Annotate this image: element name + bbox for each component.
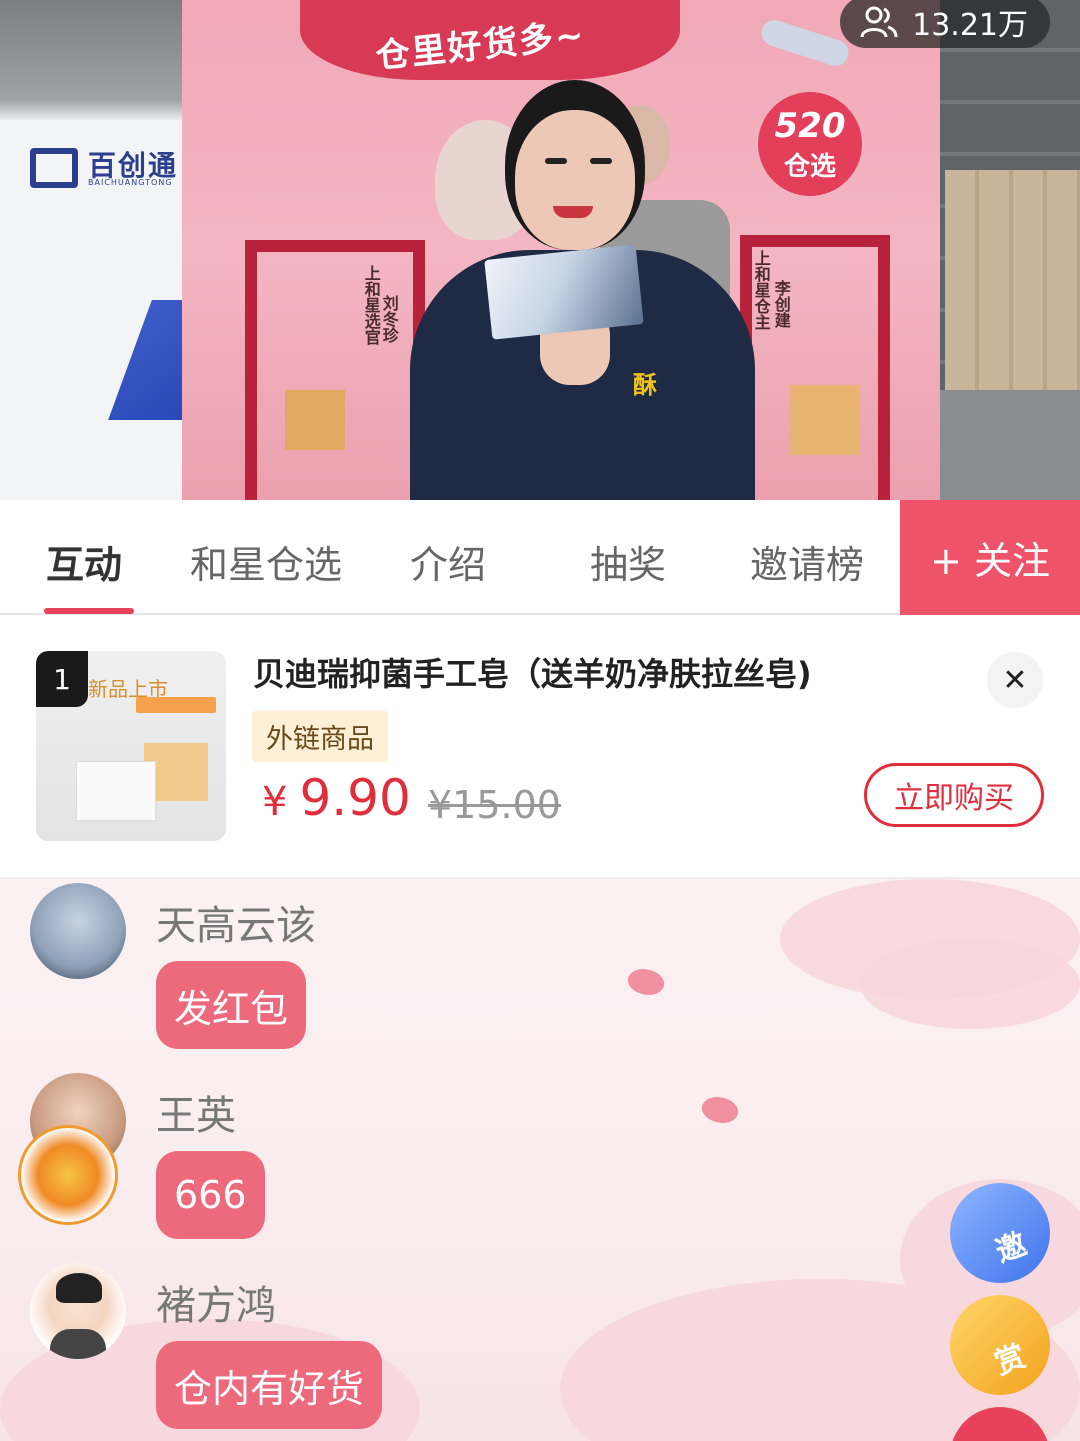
warehouse-boxes <box>945 170 1080 390</box>
original-price: ¥15.00 <box>428 783 561 827</box>
reward-label: 赏 <box>990 1338 1031 1382</box>
tab-interaction[interactable]: 互动 <box>46 534 122 589</box>
viewer-count: 13.21万 <box>912 8 1028 43</box>
poster-right-title: 上和星仓主 <box>751 250 771 330</box>
crate <box>285 390 345 450</box>
chat-username: 褚方鸿 <box>156 1283 276 1329</box>
viewers-icon <box>860 6 898 38</box>
follow-button[interactable]: + 关注 <box>900 500 1080 615</box>
product-price: ¥ 9.90 <box>262 769 411 827</box>
chat-username: 天高云该 <box>156 903 316 949</box>
product-title[interactable]: 贝迪瑞抑菌手工皂（送羊奶净肤拉丝皂) <box>253 649 812 695</box>
reward-button[interactable]: 赏 <box>950 1295 1050 1395</box>
avatar-hair <box>56 1273 102 1303</box>
tab-lottery[interactable]: 抽奖 <box>590 534 666 589</box>
tab-hexing-selection[interactable]: 和星仓选 <box>190 534 342 589</box>
chat-bubble: 666 <box>156 1151 265 1239</box>
viewer-count-pill[interactable]: 13.21万 <box>840 0 1050 48</box>
poster-frame-left <box>245 240 425 500</box>
poster-left-name: 刘冬珍 <box>379 295 399 343</box>
tab-invite-ranking[interactable]: 邀请榜 <box>750 534 864 589</box>
badge-text: 仓选 <box>783 152 836 182</box>
product-index: 1 <box>36 651 88 707</box>
cloud-decoration <box>860 939 1080 1029</box>
chat-message: 天高云该 发红包 <box>0 879 700 1059</box>
chat-area[interactable]: 天高云该 发红包 王英 666 褚方鸿 仓内有好货 邀 赏 <box>0 879 1080 1441</box>
badge-number: 520 <box>774 106 846 146</box>
buy-now-button[interactable]: 立即购买 <box>864 763 1044 827</box>
avatar[interactable] <box>30 883 126 979</box>
currency-symbol: ¥ <box>262 779 288 825</box>
warehouse-floor <box>940 390 1080 500</box>
poster-left-title: 上和星选官 <box>361 265 381 345</box>
poster-right-name: 李创建 <box>771 280 791 328</box>
invite-label: 邀 <box>991 1226 1032 1270</box>
chat-bubble: 仓内有好货 <box>156 1341 383 1429</box>
brand-logo <box>30 148 78 188</box>
host-lips <box>553 206 593 218</box>
avatar-frame-icon <box>18 1125 118 1225</box>
product-card[interactable]: 新品上市 1 贝迪瑞抑菌手工皂（送羊奶净肤拉丝皂) 外链商品 ¥ 9.90 ¥1… <box>0 617 1080 879</box>
host-eye <box>545 158 567 164</box>
chat-message: 王英 666 <box>0 1069 700 1249</box>
live-video[interactable]: 百创通 BAICHUANGTONG 仓里好货多~ 520 仓选 上和星选官 刘冬… <box>0 0 1080 500</box>
chat-username: 王英 <box>156 1093 236 1139</box>
active-tab-indicator <box>44 608 134 614</box>
shirt-logo: 酥 <box>633 371 657 399</box>
avatar-shirt <box>50 1329 106 1359</box>
held-card <box>484 244 644 340</box>
petal-decoration <box>698 1090 742 1130</box>
close-icon[interactable]: ✕ <box>987 652 1043 708</box>
badge-520: 520 仓选 <box>758 92 862 196</box>
host-face <box>515 110 635 250</box>
invite-button[interactable]: 邀 <box>950 1183 1050 1283</box>
tab-bar: 互动 和星仓选 介绍 抽奖 邀请榜 + 关注 <box>0 500 1080 615</box>
crate <box>790 385 860 455</box>
chat-message: 褚方鸿 仓内有好货 <box>0 1259 700 1439</box>
price-value: 9.90 <box>299 769 411 827</box>
external-link-badge: 外链商品 <box>252 711 388 762</box>
avatar[interactable] <box>30 1263 126 1359</box>
product-thumbnail[interactable]: 新品上市 1 <box>36 651 226 841</box>
tab-intro[interactable]: 介绍 <box>410 534 486 589</box>
brand-sub: BAICHUANGTONG <box>88 178 173 187</box>
thumb-tag <box>136 697 216 713</box>
soap-box-image <box>76 761 156 821</box>
chat-bubble: 发红包 <box>156 961 307 1049</box>
host-eye <box>590 158 612 164</box>
